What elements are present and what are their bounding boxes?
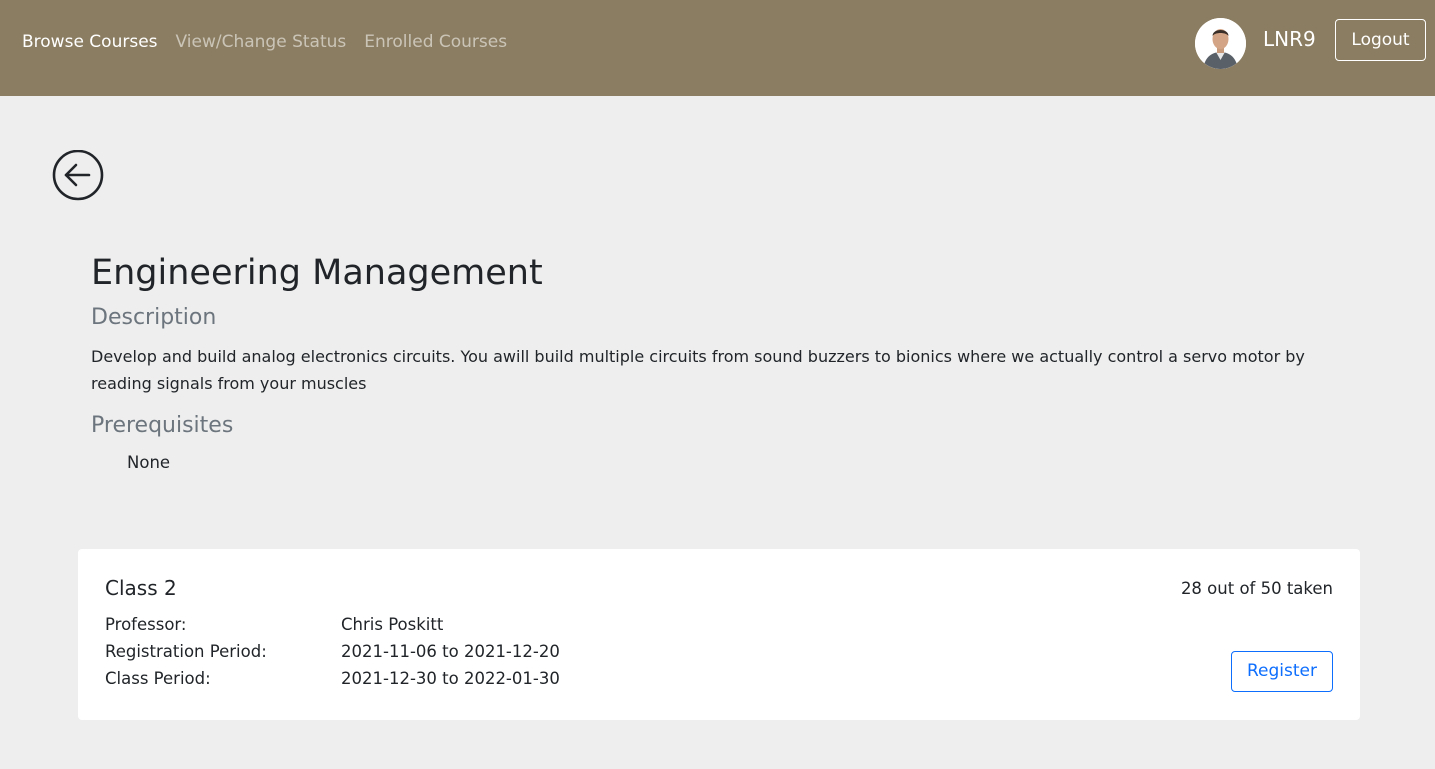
nav-links: Browse Courses View/Change Status Enroll… (22, 32, 507, 52)
nav-link-view-change-status[interactable]: View/Change Status (176, 32, 347, 52)
course-title: Engineering Management (91, 253, 543, 293)
user-photo-icon (1195, 18, 1246, 69)
professor-label: Professor: (105, 615, 187, 634)
course-description: Develop and build analog electronics cir… (91, 347, 1305, 393)
avatar[interactable] (1195, 18, 1246, 69)
registration-period-value: 2021-11-06 to 2021-12-20 (341, 642, 560, 661)
prerequisites-value: None (127, 453, 171, 472)
nav-link-enrolled-courses[interactable]: Enrolled Courses (364, 32, 507, 52)
class-period-label: Class Period: (105, 669, 211, 688)
nav-link-browse-courses[interactable]: Browse Courses (22, 32, 158, 52)
register-button[interactable]: Register (1231, 651, 1333, 692)
logout-button[interactable]: Logout (1335, 19, 1426, 61)
prerequisites-heading: Prerequisites (91, 413, 234, 438)
top-navbar: Browse Courses View/Change Status Enroll… (0, 0, 1435, 96)
registration-period-label: Registration Period: (105, 642, 267, 661)
username: LNR9 (1263, 27, 1316, 51)
class-name: Class 2 (105, 576, 177, 600)
back-button[interactable] (52, 149, 104, 202)
description-heading: Description (91, 305, 217, 330)
class-period-value: 2021-12-30 to 2022-01-30 (341, 669, 560, 688)
arrow-left-circle-icon (52, 149, 104, 201)
seats-taken: 28 out of 50 taken (1180, 579, 1333, 598)
class-card: Class 2 28 out of 50 taken Professor: Ch… (78, 549, 1360, 720)
professor-value: Chris Poskitt (341, 615, 444, 634)
